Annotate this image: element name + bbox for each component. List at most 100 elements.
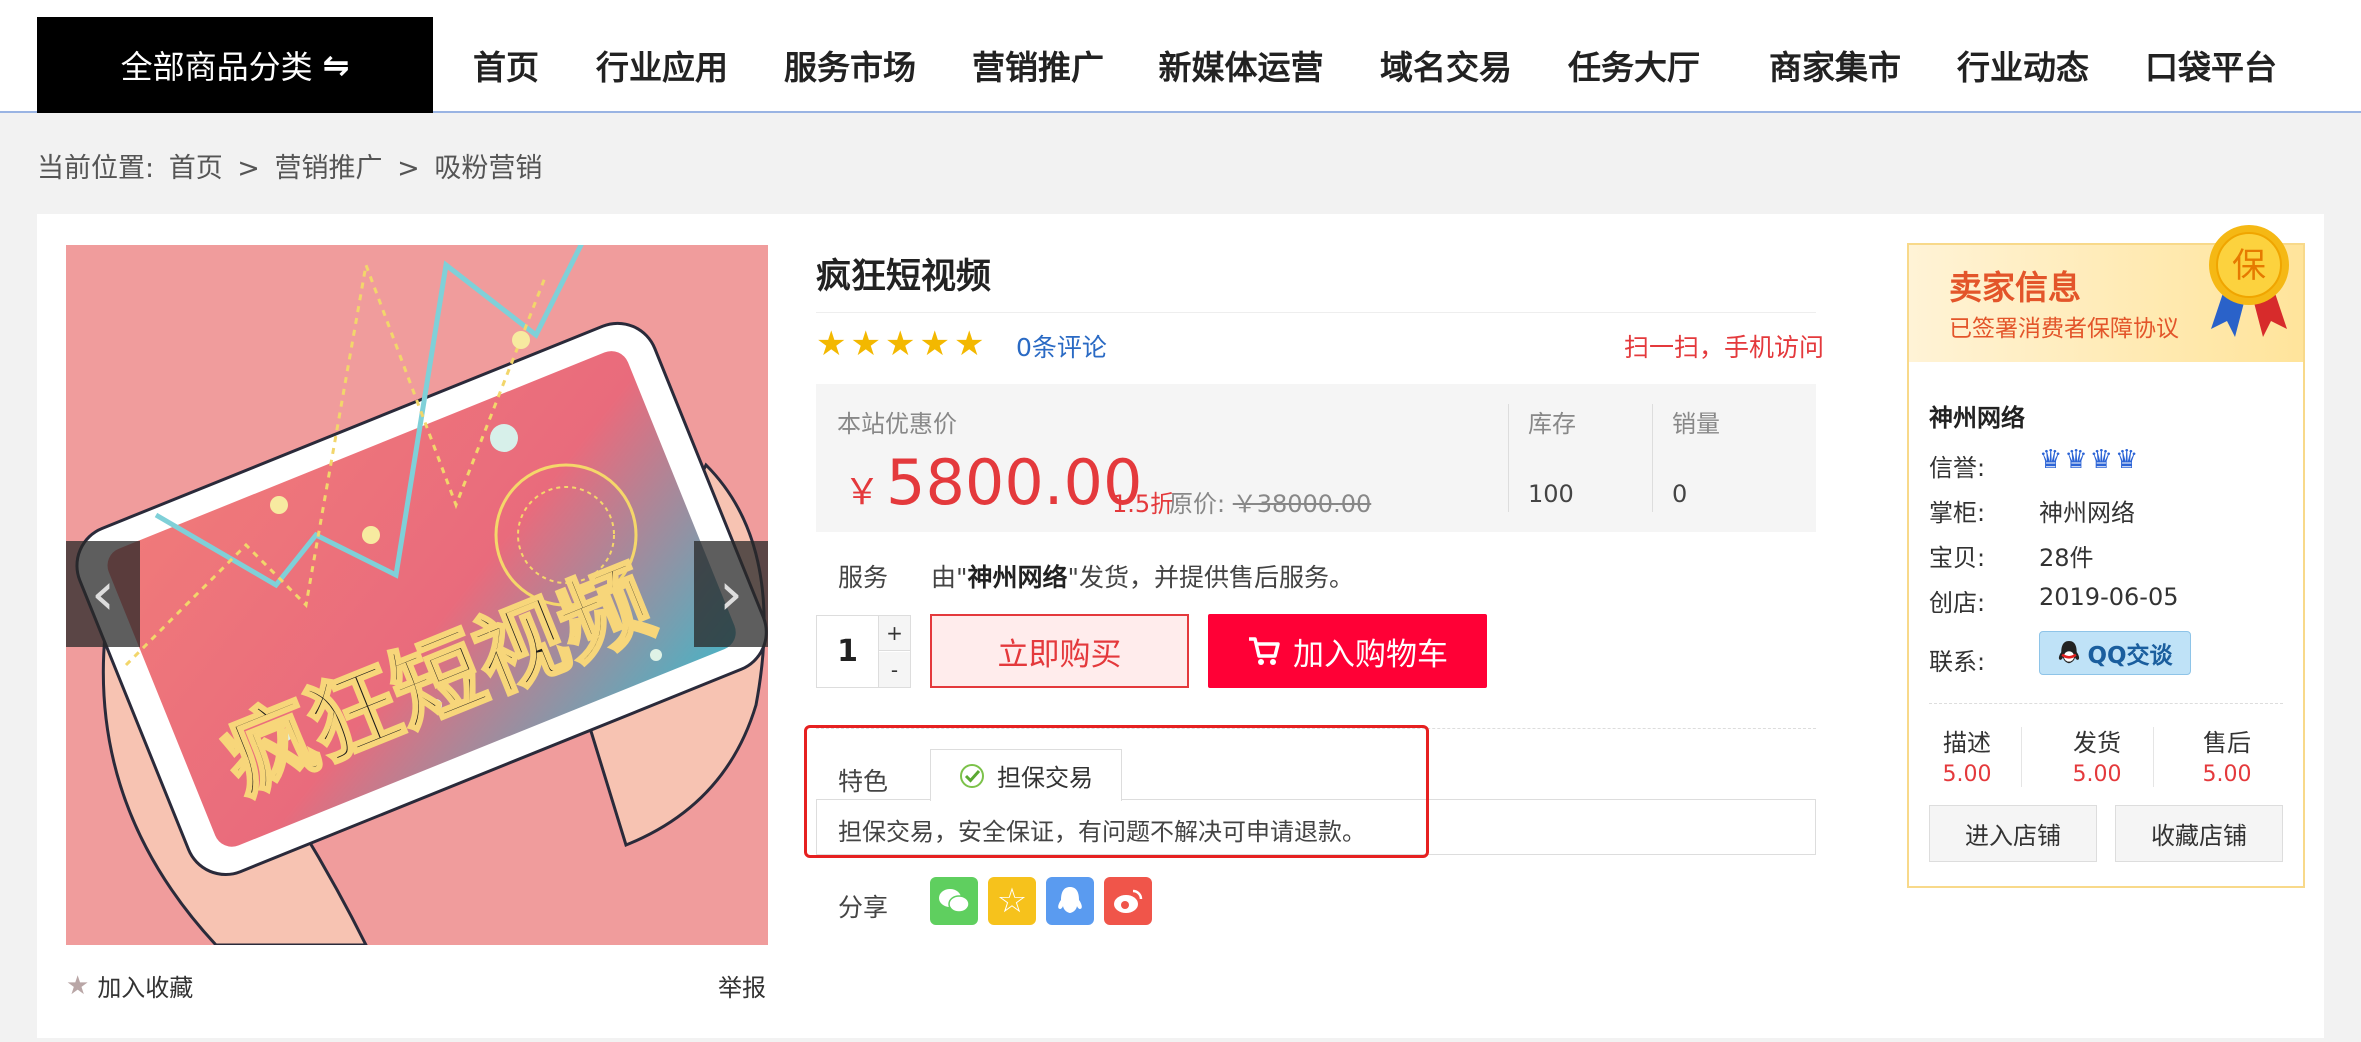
collect-shop-button[interactable]: 收藏店铺: [2115, 805, 2283, 862]
discount-text: 1.5折: [1112, 490, 1175, 518]
divider: [2153, 727, 2154, 787]
stock-label: 库存: [1528, 410, 1576, 438]
chevron-right-icon: ›: [719, 559, 743, 629]
report-link[interactable]: 举报: [718, 968, 766, 1003]
price-label: 本站优惠价: [837, 410, 957, 438]
breadcrumb-item-home[interactable]: 首页: [169, 153, 223, 184]
star-outline-icon: ☆: [996, 881, 1028, 921]
menu-item-industry-news[interactable]: 行业动态: [1957, 41, 2089, 89]
add-favorite-link[interactable]: ★ 加入收藏: [66, 968, 193, 1003]
buy-now-button[interactable]: 立即购买: [930, 614, 1189, 688]
current-price: ￥5800.00: [844, 446, 1142, 519]
service-shop: 神州网络: [967, 563, 1068, 592]
breadcrumb-item-marketing[interactable]: 营销推广: [275, 153, 383, 184]
score-label: 描述: [1943, 729, 1991, 757]
score-description: 描述 5.00: [1907, 723, 2027, 787]
swap-arrows-icon: ⇋: [322, 46, 350, 84]
menu-item-industry-apps[interactable]: 行业应用: [596, 41, 728, 89]
menu-item-home[interactable]: 首页: [473, 41, 539, 89]
service-label: 服务: [838, 563, 889, 592]
star-icon: ★: [884, 324, 916, 364]
score-value: 5.00: [2202, 762, 2252, 787]
breadcrumb-prefix: 当前位置:: [37, 153, 155, 184]
top-nav: 全部商品分类 ⇋ 首页 行业应用 服务市场 营销推广 新媒体运营 域名交易 任务…: [0, 0, 2361, 113]
score-value: 5.00: [1942, 762, 1992, 787]
next-image-arrow[interactable]: ›: [694, 541, 768, 647]
weibo-share-icon[interactable]: [1104, 877, 1152, 925]
star-icon: ★: [953, 324, 985, 364]
menu-item-service-market[interactable]: 服务市场: [784, 41, 916, 89]
enter-shop-button[interactable]: 进入店铺: [1929, 805, 2097, 862]
sales-label: 销量: [1672, 410, 1720, 438]
product-illustration: 疯狂短视频: [66, 245, 768, 945]
qq-chat-label: QQ交谈: [2087, 643, 2173, 669]
breadcrumb-item-fans[interactable]: 吸粉营销: [434, 153, 542, 184]
seller-divider: [1929, 703, 2283, 704]
star-icon: ★: [816, 324, 847, 364]
menu-item-merchant-market[interactable]: 商家集市: [1769, 41, 1901, 89]
qq-chat-button[interactable]: QQ交谈: [2039, 631, 2191, 675]
stock-value: 100: [1528, 480, 1574, 508]
seller-title: 卖家信息: [1949, 268, 2081, 307]
highlight-box: [804, 725, 1429, 858]
divider: [1508, 404, 1509, 512]
score-shipping: 发货 5.00: [2037, 723, 2157, 787]
star-icon: ★: [919, 324, 950, 364]
product-image[interactable]: 疯狂短视频: [66, 245, 768, 945]
original-price-value: ￥38000.00: [1232, 490, 1372, 518]
star-icon: ★: [66, 970, 90, 1001]
quantity-stepper: + -: [816, 615, 911, 688]
quantity-minus-button[interactable]: -: [879, 652, 910, 687]
menu-item-domain-trade[interactable]: 域名交易: [1380, 41, 1512, 89]
score-label: 售后: [2203, 729, 2251, 757]
divider: [2021, 727, 2022, 787]
seller-subtitle: 已签署消费者保障协议: [1949, 316, 2179, 342]
service-prefix: 由": [931, 563, 968, 592]
add-favorite-label: 加入收藏: [97, 974, 194, 1002]
product-title: 疯狂短视频: [816, 257, 992, 297]
breadcrumb: 当前位置: 首页 > 营销推广 > 吸粉营销: [37, 146, 548, 185]
menu-item-new-media[interactable]: 新媒体运营: [1159, 41, 1324, 89]
wechat-share-icon[interactable]: [930, 877, 978, 925]
divider: [1652, 404, 1653, 512]
all-categories-button[interactable]: 全部商品分类 ⇋: [37, 17, 433, 113]
qq-penguin-icon: [2059, 641, 2080, 664]
add-to-cart-button[interactable]: 加入购物车: [1208, 614, 1487, 688]
score-label: 发货: [2073, 729, 2121, 757]
star-icon: ★: [850, 324, 881, 364]
crown-icon: ♛: [2089, 445, 2113, 475]
qzone-share-icon[interactable]: ☆: [988, 877, 1036, 925]
seller-panel: 卖家信息 已签署消费者保障协议 保 神州网络 信誉: ♛ ♛ ♛ ♛ 掌柜: 神…: [1907, 225, 2305, 888]
shopkeeper-label: 掌柜:: [1929, 499, 1986, 527]
menu-item-pocket-platform[interactable]: 口袋平台: [2145, 41, 2277, 89]
menu-item-task-hall[interactable]: 任务大厅: [1568, 41, 1700, 89]
crown-icon: ♛: [2114, 445, 2139, 475]
reviews-link[interactable]: 0条评论: [1016, 328, 1107, 364]
quantity-input[interactable]: [817, 616, 879, 687]
cart-icon: [1249, 637, 1280, 665]
badge-text: 保: [2232, 246, 2266, 286]
crown-icon: ♛: [2039, 445, 2063, 475]
credit-label: 信誉:: [1929, 454, 1986, 482]
original-price: 原价: ￥38000.00: [1169, 484, 1371, 519]
crown-icon: ♛: [2064, 445, 2088, 475]
menu-item-marketing[interactable]: 营销推广: [972, 41, 1104, 89]
contact-label: 联系:: [1929, 648, 1986, 676]
prev-image-arrow[interactable]: ‹: [66, 541, 140, 647]
qq-share-icon[interactable]: [1046, 877, 1094, 925]
breadcrumb-separator: >: [237, 153, 260, 184]
currency-symbol: ￥: [844, 472, 881, 513]
service-text: 由"神州网络"发货，并提供售后服务。: [931, 558, 1354, 594]
quantity-plus-button[interactable]: +: [879, 616, 910, 651]
share-label: 分享: [838, 893, 889, 922]
guarantee-badge-icon: 保: [2209, 225, 2289, 337]
seller-name: 神州网络: [1929, 404, 2025, 432]
founded-value: 2019-06-05: [2039, 583, 2179, 611]
breadcrumb-separator: >: [397, 153, 420, 184]
rating-stars: ★ ★ ★ ★ ★: [816, 324, 984, 364]
items-value: 28件: [2039, 544, 2094, 572]
scan-mobile-link[interactable]: 扫一扫，手机访问: [1624, 328, 1824, 364]
all-categories-label: 全部商品分类: [120, 48, 313, 86]
score-aftersale: 售后 5.00: [2167, 723, 2287, 787]
title-divider: [816, 312, 1816, 313]
